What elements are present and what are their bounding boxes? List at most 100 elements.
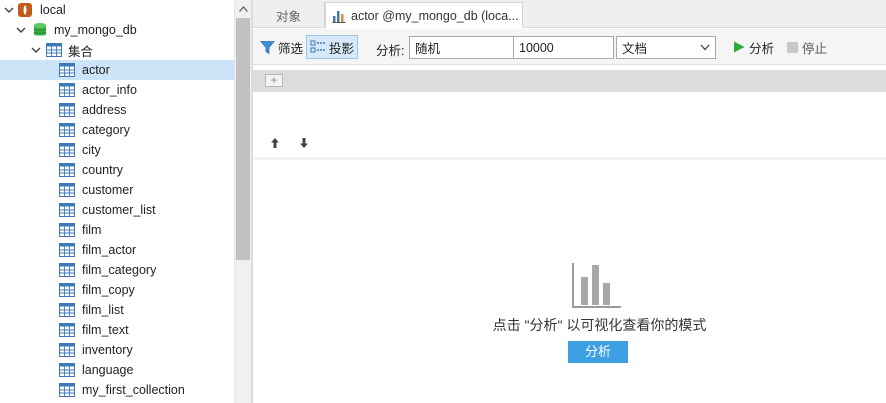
tab-actor-label: actor @my_mongo_db (loca... [351, 8, 519, 23]
collection-table-icon [59, 342, 75, 358]
collection-item[interactable]: city [0, 140, 234, 160]
stop-icon [787, 41, 798, 53]
sampling-mode-value: 随机 [415, 42, 441, 56]
collection-item-label: film_category [82, 263, 157, 277]
collection-item-label: address [82, 103, 127, 117]
collection-item[interactable]: actor_info [0, 80, 234, 100]
play-icon [734, 41, 745, 53]
toolbar: 筛选 投影 分析: 随机 10000 文档 分析 停止 [253, 29, 886, 65]
tree-label-connection: local [40, 3, 66, 17]
filter-bar: + [253, 70, 886, 92]
collection-table-icon [59, 122, 75, 138]
collection-item[interactable]: film_list [0, 300, 234, 320]
collection-table-icon [59, 202, 75, 218]
collection-item[interactable]: country [0, 160, 234, 180]
collection-item[interactable]: actor [0, 60, 234, 80]
stop-button[interactable]: 停止 [783, 35, 830, 59]
empty-state-hint: 点击 "分析" 以可视化查看你的模式 [492, 317, 707, 333]
bar-chart-icon [572, 263, 621, 308]
collection-item[interactable]: film_text [0, 320, 234, 340]
bar-chart-icon [332, 10, 346, 23]
collection-table-icon [59, 262, 75, 278]
run-analyze-button[interactable]: 分析 [729, 35, 777, 59]
tree-node-database[interactable]: my_mongo_db [0, 20, 234, 40]
scrollbar-thumb[interactable] [236, 18, 250, 260]
collection-item[interactable]: film_category [0, 260, 234, 280]
collection-table-icon [59, 102, 75, 118]
collection-item-label: language [82, 363, 134, 377]
collection-item[interactable]: my_first_collection [0, 380, 234, 400]
collection-item-label: film_list [82, 303, 124, 317]
collection-item[interactable]: film [0, 220, 234, 240]
analyze-button[interactable]: 分析 [568, 341, 628, 363]
filter-button[interactable]: 筛选 [257, 35, 306, 59]
sample-count-input[interactable]: 10000 [513, 36, 614, 59]
collection-item-label: actor [82, 63, 110, 77]
collection-item-label: my_first_collection [82, 383, 185, 397]
projection-icon [310, 40, 325, 53]
collection-table-icon [59, 82, 75, 98]
schema-analyzer-panel: 对象 actor @my_mongo_db (loca... 筛选 投影 分析:… [253, 0, 886, 403]
collection-table-icon [59, 222, 75, 238]
empty-state: 点击 "分析" 以可视化查看你的模式 分析 [253, 163, 886, 403]
collection-item-label: film_actor [82, 243, 137, 257]
collection-table-icon [59, 62, 75, 78]
arrow-down-icon[interactable] [298, 136, 310, 150]
sample-count-value: 10000 [519, 40, 554, 55]
scroll-up-icon[interactable] [235, 0, 252, 17]
collection-item-label: city [82, 143, 101, 157]
database-icon [32, 22, 48, 38]
collection-item-label: actor_info [82, 83, 137, 97]
collection-table-icon [59, 142, 75, 158]
chevron-down-icon [700, 44, 710, 51]
collection-item[interactable]: film_copy [0, 280, 234, 300]
collection-table-icon [59, 362, 75, 378]
collection-item[interactable]: language [0, 360, 234, 380]
add-filter-button[interactable]: + [265, 74, 283, 87]
projection-button[interactable]: 投影 [306, 35, 359, 59]
collection-item-label: customer [82, 183, 134, 197]
collection-item[interactable]: inventory [0, 340, 234, 360]
tree-node-collections-group[interactable]: 集合 [0, 40, 234, 60]
chevron-down-icon[interactable] [15, 24, 27, 36]
analyze-type-value: 文档 [622, 42, 648, 56]
tree-label-group: 集合 [68, 44, 94, 59]
filter-button-label: 筛选 [278, 41, 304, 56]
collection-item-label: country [82, 163, 123, 177]
collection-table-icon [59, 242, 75, 258]
analyze-label: 分析: [376, 44, 405, 58]
collection-item[interactable]: customer_list [0, 200, 234, 220]
collection-item-label: film_text [82, 323, 129, 337]
object-tree[interactable]: local my_mongo_db 集合 actor actor_infoaddr… [0, 0, 234, 403]
collection-item[interactable]: film_actor [0, 240, 234, 260]
collection-table-icon [59, 382, 75, 398]
run-analyze-label: 分析 [749, 41, 775, 56]
tree-label-database: my_mongo_db [54, 23, 137, 37]
collection-table-icon [59, 282, 75, 298]
collection-table-icon [59, 302, 75, 318]
collection-item[interactable]: category [0, 120, 234, 140]
tree-scrollbar[interactable] [234, 0, 251, 403]
collection-item-label: category [82, 123, 130, 137]
chevron-down-icon[interactable] [30, 44, 42, 56]
collection-table-icon [59, 162, 75, 178]
arrow-up-icon[interactable] [269, 136, 281, 150]
collection-item-label: film_copy [82, 283, 135, 297]
analyze-type-select[interactable]: 文档 [616, 36, 716, 59]
collection-table-icon [59, 182, 75, 198]
collection-item[interactable]: customer [0, 180, 234, 200]
tab-objects[interactable]: 对象 [253, 2, 325, 28]
tab-objects-label: 对象 [275, 9, 301, 24]
stop-button-label: 停止 [802, 41, 828, 56]
chevron-down-icon[interactable] [3, 4, 15, 16]
filter-icon [260, 40, 275, 54]
collections-folder-icon [46, 42, 62, 58]
sort-area [253, 92, 886, 160]
collection-table-icon [59, 322, 75, 338]
projection-button-label: 投影 [329, 41, 355, 56]
tree-node-connection[interactable]: local [0, 0, 234, 20]
collection-item-label: film [82, 223, 102, 237]
collection-item[interactable]: address [0, 100, 234, 120]
tab-bar: 对象 actor @my_mongo_db (loca... [253, 0, 886, 28]
tab-actor-schema[interactable]: actor @my_mongo_db (loca... [325, 2, 523, 28]
